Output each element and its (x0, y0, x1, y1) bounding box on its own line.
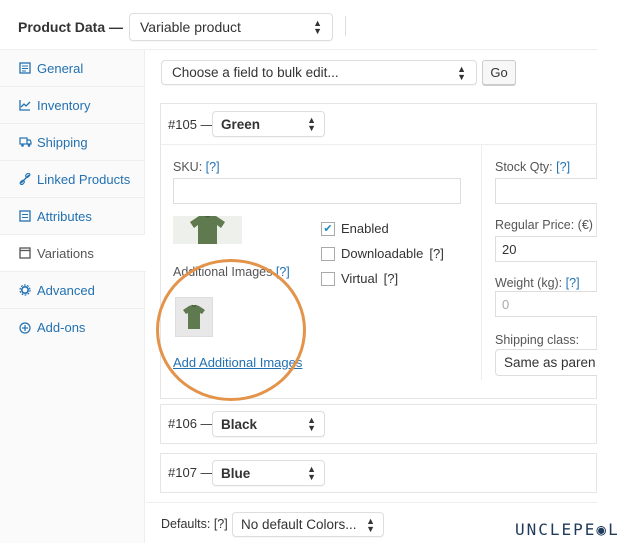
variation-attribute-select[interactable]: Black ▲ ▼ (212, 411, 325, 437)
weight-field[interactable]: 0 (495, 291, 597, 317)
tab-advanced[interactable]: Advanced (0, 272, 145, 309)
default-colors-value: No default Colors... (241, 517, 357, 532)
variation-attribute-select[interactable]: Blue ▲ ▼ (212, 460, 325, 486)
tab-variations[interactable]: Variations (0, 235, 146, 272)
tab-label: Attributes (37, 208, 92, 224)
variation-id: #105 — (168, 117, 214, 132)
go-button[interactable]: Go (482, 60, 516, 85)
tab-shipping[interactable]: Shipping (0, 124, 145, 161)
tab-label: Add-ons (37, 320, 86, 335)
help-link[interactable]: [?] (556, 160, 570, 174)
tab-label: Inventory (37, 97, 91, 113)
bulk-edit-value: Choose a field to bulk edit... (172, 65, 339, 80)
inventory-icon (18, 98, 32, 112)
tab-label: Linked Products (37, 171, 131, 187)
variation-attribute-value: Black (221, 416, 258, 432)
product-type-value: Variable product (140, 19, 241, 35)
help-link[interactable]: [?] (206, 160, 220, 174)
select-arrows-icon: ▲ ▼ (313, 18, 322, 36)
variation-image[interactable] (173, 216, 242, 244)
tab-label: Variations (37, 245, 94, 261)
link-icon (18, 172, 32, 186)
select-arrows-icon: ▲ ▼ (307, 415, 316, 433)
enabled-option[interactable]: ✔ Enabled (321, 221, 389, 236)
enabled-label: Enabled (341, 221, 389, 236)
defaults-divider (146, 502, 597, 503)
tab-inventory[interactable]: Inventory (0, 87, 145, 124)
stock-qty-label: Stock Qty: [?] (495, 160, 571, 174)
variation-id: #107 — (168, 465, 214, 480)
help-link[interactable]: [?] (429, 246, 443, 261)
regular-price-field[interactable]: 20 (495, 236, 597, 262)
variation-divider (161, 144, 597, 145)
downloadable-checkbox[interactable] (321, 246, 335, 261)
sku-label: SKU: [?] (173, 160, 220, 174)
shipping-class-label: Shipping class: (495, 333, 580, 347)
variation-attribute-value: Green (221, 116, 261, 132)
variation-attribute-value: Blue (221, 465, 251, 481)
downloadable-option[interactable]: Downloadable [?] (321, 246, 444, 261)
variations-icon (18, 246, 32, 260)
select-arrows-icon: ▲ ▼ (307, 464, 316, 482)
bulk-edit-select[interactable]: Choose a field to bulk edit... ▲ ▼ (161, 60, 477, 85)
highlight-circle (156, 259, 306, 401)
virtual-checkbox[interactable] (321, 271, 335, 286)
gear-icon (18, 283, 32, 297)
general-icon (18, 61, 32, 75)
virtual-option[interactable]: Virtual [?] (321, 271, 398, 286)
weight-label: Weight (kg): [?] (495, 276, 580, 290)
add-icon (18, 321, 32, 335)
regular-price-label: Regular Price: (€) (495, 218, 593, 232)
tab-attributes[interactable]: Attributes (0, 198, 145, 235)
help-link[interactable]: [?] (214, 517, 228, 531)
help-link[interactable]: [?] (384, 271, 398, 286)
product-data-tabs: General Inventory Shipping Linked Produc… (0, 50, 146, 543)
variation-id: #106 — (168, 416, 214, 431)
product-data-header: Product Data — Variable product ▲ ▼ (0, 0, 597, 50)
tab-add-ons[interactable]: Add-ons (0, 309, 145, 346)
shipping-class-select[interactable]: Same as paren (495, 349, 597, 376)
tab-label: General (37, 60, 84, 76)
virtual-label: Virtual (341, 271, 378, 286)
product-data-label: Product Data — (18, 19, 124, 35)
attributes-icon (18, 209, 32, 223)
product-type-select[interactable]: Variable product ▲ ▼ (129, 13, 333, 41)
select-arrows-icon: ▲ ▼ (307, 115, 316, 133)
brand-watermark: UNCLEPE◉L (515, 520, 617, 539)
sku-field[interactable] (173, 178, 461, 204)
tab-linked-products[interactable]: Linked Products (0, 161, 145, 198)
select-arrows-icon: ▲ ▼ (366, 515, 375, 534)
tab-label: Advanced (37, 282, 95, 298)
shirt-icon (190, 216, 225, 244)
header-divider (345, 16, 346, 36)
tab-label: Shipping (37, 134, 88, 150)
tab-general[interactable]: General (0, 50, 145, 87)
column-divider (481, 145, 482, 380)
defaults-label: Defaults: [?] (161, 517, 228, 531)
variation-attribute-select[interactable]: Green ▲ ▼ (212, 111, 325, 137)
shipping-icon (18, 135, 32, 149)
stock-qty-field[interactable] (495, 178, 597, 204)
enabled-checkbox[interactable]: ✔ (321, 221, 335, 236)
select-arrows-icon: ▲ ▼ (457, 63, 466, 82)
downloadable-label: Downloadable (341, 246, 424, 261)
help-link[interactable]: [?] (566, 276, 580, 290)
default-colors-select[interactable]: No default Colors... ▲ ▼ (232, 512, 384, 537)
